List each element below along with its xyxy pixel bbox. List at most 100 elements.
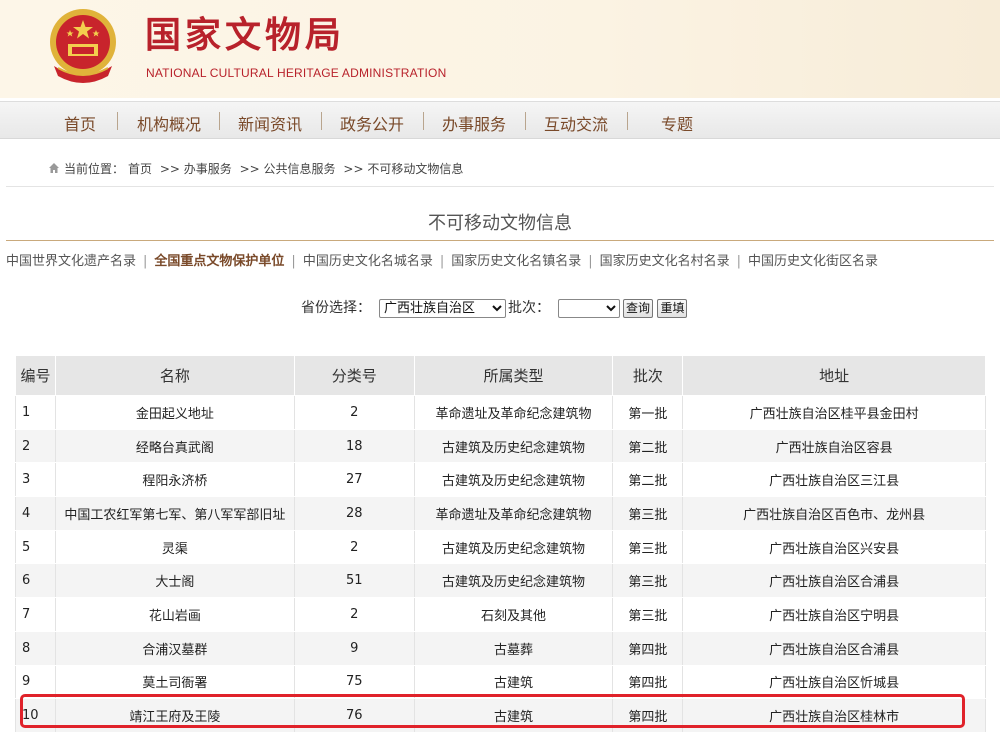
breadcrumb-prefix: 当前位置： — [64, 162, 125, 176]
cell-id: 4 — [15, 496, 56, 531]
cell-address: 广西壮族自治区兴安县 — [682, 529, 986, 565]
cell-type: 古建筑 — [413, 698, 614, 733]
cell-name: 靖江王府及王陵 — [54, 698, 295, 733]
nav-item-topics[interactable]: 专题 — [661, 111, 693, 135]
cell-name: 中国工农红军第七军、第八军军部旧址 — [54, 496, 295, 531]
link-separator: | — [291, 254, 296, 269]
breadcrumb-services[interactable]: >> 办事服务 — [160, 162, 232, 176]
cell-type: 古建筑及历史纪念建筑物 — [413, 563, 614, 599]
cell-address: 广西壮族自治区忻城县 — [682, 664, 986, 700]
nav-divider — [321, 112, 322, 130]
table-row: 10 靖江王府及王陵 76 古建筑 第四批 广西壮族自治区桂林市 — [15, 698, 986, 733]
header-class-no: 分类号 — [293, 355, 415, 396]
link-separator: | — [143, 254, 148, 269]
category-links: 中国世界文化遗产名录 | 全国重点文物保护单位 | 中国历史文化名城名录 | 国家历史文化名… — [6, 250, 878, 269]
table-row: 9 莫土司衙署 75 古建筑 第四批 广西壮族自治区忻城县 — [15, 664, 986, 700]
cell-class-no: 28 — [293, 496, 415, 531]
cell-id: 6 — [15, 563, 56, 599]
nav-item-interaction[interactable]: 互动交流 — [544, 111, 608, 135]
table-row: 2 经略台真武阁 18 古建筑及历史纪念建筑物 第二批 广西壮族自治区容县 — [15, 428, 986, 464]
link-key-protected-sites[interactable]: 全国重点文物保护单位 — [154, 254, 284, 269]
batch-select[interactable] — [558, 298, 620, 318]
cell-address: 广西壮族自治区合浦县 — [682, 563, 986, 599]
header-batch: 批次 — [612, 355, 684, 396]
table-row: 7 花山岩画 2 石刻及其他 第三批 广西壮族自治区宁明县 — [15, 597, 986, 632]
cell-name: 经略台真武阁 — [54, 428, 295, 464]
breadcrumb-current[interactable]: >> 不可移动文物信息 — [343, 162, 463, 176]
link-historic-villages[interactable]: 国家历史文化名村名录 — [600, 254, 730, 269]
nav-divider — [525, 112, 526, 130]
nav-item-services[interactable]: 办事服务 — [442, 111, 506, 135]
cell-id: 9 — [15, 664, 56, 700]
cell-name: 花山岩画 — [54, 597, 295, 632]
cell-batch: 第二批 — [612, 428, 684, 464]
cell-name: 大士阁 — [54, 563, 295, 599]
cell-class-no: 18 — [293, 428, 415, 464]
cell-address: 广西壮族自治区桂林市 — [682, 698, 986, 733]
breadcrumb-divider — [6, 186, 994, 187]
cell-type: 石刻及其他 — [413, 597, 614, 632]
nav-item-public-affairs[interactable]: 政务公开 — [340, 111, 404, 135]
table-row: 5 灵渠 2 古建筑及历史纪念建筑物 第三批 广西壮族自治区兴安县 — [15, 529, 986, 565]
table-row: 1 金田起义地址 2 革命遗址及革命纪念建筑物 第一批 广西壮族自治区桂平县金田村 — [15, 395, 986, 430]
link-historic-cities[interactable]: 中国历史文化名城名录 — [303, 254, 433, 269]
link-separator: | — [588, 254, 593, 269]
nav-divider — [627, 112, 628, 130]
link-separator: | — [736, 254, 742, 269]
breadcrumb-home[interactable]: 首页 — [128, 162, 152, 176]
query-button[interactable]: 查询 — [623, 298, 654, 318]
cell-batch: 第三批 — [612, 529, 684, 565]
cell-type: 古建筑及历史纪念建筑物 — [413, 462, 614, 498]
cell-id: 3 — [15, 462, 56, 498]
table-row: 6 大士阁 51 古建筑及历史纪念建筑物 第三批 广西壮族自治区合浦县 — [15, 563, 986, 599]
header-id: 编号 — [15, 355, 56, 396]
table-body: 1 金田起义地址 2 革命遗址及革命纪念建筑物 第一批 广西壮族自治区桂平县金田村 2 经略台… — [15, 395, 986, 733]
cell-address: 广西壮族自治区合浦县 — [682, 630, 986, 666]
cell-name: 灵渠 — [54, 529, 295, 565]
cell-address: 广西壮族自治区容县 — [682, 428, 986, 464]
cell-class-no: 9 — [293, 630, 415, 666]
breadcrumb: 当前位置： 首页 >> 办事服务 >> 公共信息服务 >> 不可移动文物信息 — [48, 160, 467, 177]
nav-divider — [423, 112, 424, 130]
link-historic-towns[interactable]: 国家历史文化名镇名录 — [451, 254, 581, 269]
nav-item-about[interactable]: 机构概况 — [137, 111, 201, 135]
province-select[interactable]: 广西壮族自治区 — [379, 298, 506, 318]
reset-button[interactable]: 重填 — [657, 298, 688, 318]
cell-class-no: 2 — [293, 529, 415, 565]
heritage-table: 编号 名称 分类号 所属类型 批次 地址 1 金田起义地址 2 革命遗址及革命纪念建筑… — [15, 355, 986, 733]
cell-id: 7 — [15, 597, 56, 632]
cell-id: 2 — [15, 428, 56, 464]
cell-batch: 第三批 — [612, 563, 684, 599]
cell-address: 广西壮族自治区三江县 — [682, 462, 986, 498]
cell-id: 1 — [15, 395, 56, 430]
cell-batch: 第一批 — [612, 395, 684, 430]
cell-id: 8 — [15, 630, 56, 666]
table-row: 4 中国工农红军第七军、第八军军部旧址 28 革命遗址及革命纪念建筑物 第三批 广西壮族自… — [15, 496, 986, 531]
link-historic-streets[interactable]: 中国历史文化街区名录 — [748, 254, 878, 269]
cell-batch: 第四批 — [612, 630, 684, 666]
cell-batch: 第四批 — [612, 698, 684, 733]
cell-name: 程阳永济桥 — [54, 462, 295, 498]
cell-type: 古建筑 — [413, 664, 614, 700]
header-name: 名称 — [54, 355, 295, 396]
cell-name: 莫土司衙署 — [54, 664, 295, 700]
cell-class-no: 76 — [293, 698, 415, 733]
cell-address: 广西壮族自治区桂平县金田村 — [682, 395, 986, 430]
link-world-heritage[interactable]: 中国世界文化遗产名录 — [6, 254, 136, 269]
breadcrumb-public-info[interactable]: >> 公共信息服务 — [240, 162, 336, 176]
cell-class-no: 51 — [293, 563, 415, 599]
cell-class-no: 75 — [293, 664, 415, 700]
cell-class-no: 2 — [293, 395, 415, 430]
national-emblem-icon — [50, 9, 116, 83]
nav-item-home[interactable]: 首页 — [64, 111, 96, 135]
site-title: 国家文物局 — [145, 14, 346, 56]
title-divider — [6, 240, 994, 241]
main-nav: 首页 机构概况 新闻资讯 政务公开 办事服务 互动交流 专题 — [0, 101, 1000, 139]
nav-item-news[interactable]: 新闻资讯 — [238, 111, 302, 135]
cell-batch: 第三批 — [612, 496, 684, 531]
cell-address: 广西壮族自治区百色市、龙州县 — [682, 496, 986, 531]
site-subtitle: NATIONAL CULTURAL HERITAGE ADMINISTRATIO… — [146, 66, 447, 80]
cell-id: 5 — [15, 529, 56, 565]
home-icon — [49, 163, 59, 173]
cell-class-no: 27 — [293, 462, 415, 498]
